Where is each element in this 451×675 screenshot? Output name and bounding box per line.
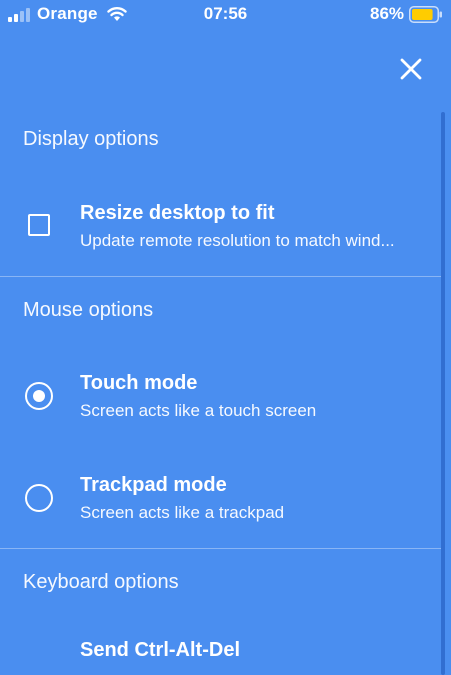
keyboard-options-header: Keyboard options: [23, 571, 179, 593]
radio-unselected-icon: [25, 484, 53, 512]
battery-fill: [412, 9, 433, 20]
close-icon: [400, 58, 422, 80]
send-ctrl-alt-del-option[interactable]: Send Ctrl-Alt-Del: [0, 625, 441, 675]
touch-mode-option[interactable]: Touch mode Screen acts like a touch scre…: [0, 358, 441, 438]
scrollbar[interactable]: [441, 112, 445, 675]
display-options-header: Display options: [23, 128, 159, 150]
option-title: Send Ctrl-Alt-Del: [80, 639, 240, 661]
option-title: Trackpad mode: [80, 474, 227, 496]
option-title: Resize desktop to fit: [80, 202, 275, 224]
close-button[interactable]: [394, 52, 428, 86]
touch-mode-radio[interactable]: [25, 382, 53, 410]
radio-dot: [33, 390, 45, 402]
divider: [0, 548, 441, 549]
resize-desktop-option[interactable]: Resize desktop to fit Update remote reso…: [0, 188, 441, 268]
option-subtitle: Screen acts like a trackpad: [80, 503, 285, 522]
option-subtitle: Screen acts like a touch screen: [80, 401, 317, 420]
battery-percent: 86%: [370, 4, 405, 23]
status-bar: Orange 07:56 86%: [0, 0, 451, 30]
checkbox-unchecked-icon: [28, 214, 50, 236]
option-subtitle: Update remote resolution to match wind..…: [80, 231, 395, 250]
trackpad-mode-radio[interactable]: [25, 484, 53, 512]
divider: [0, 276, 441, 277]
battery-icon: [409, 6, 442, 23]
option-title: Touch mode: [80, 372, 198, 394]
resize-desktop-checkbox[interactable]: [25, 211, 53, 239]
trackpad-mode-option[interactable]: Trackpad mode Screen acts like a trackpa…: [0, 460, 441, 540]
mouse-options-header: Mouse options: [23, 299, 154, 321]
